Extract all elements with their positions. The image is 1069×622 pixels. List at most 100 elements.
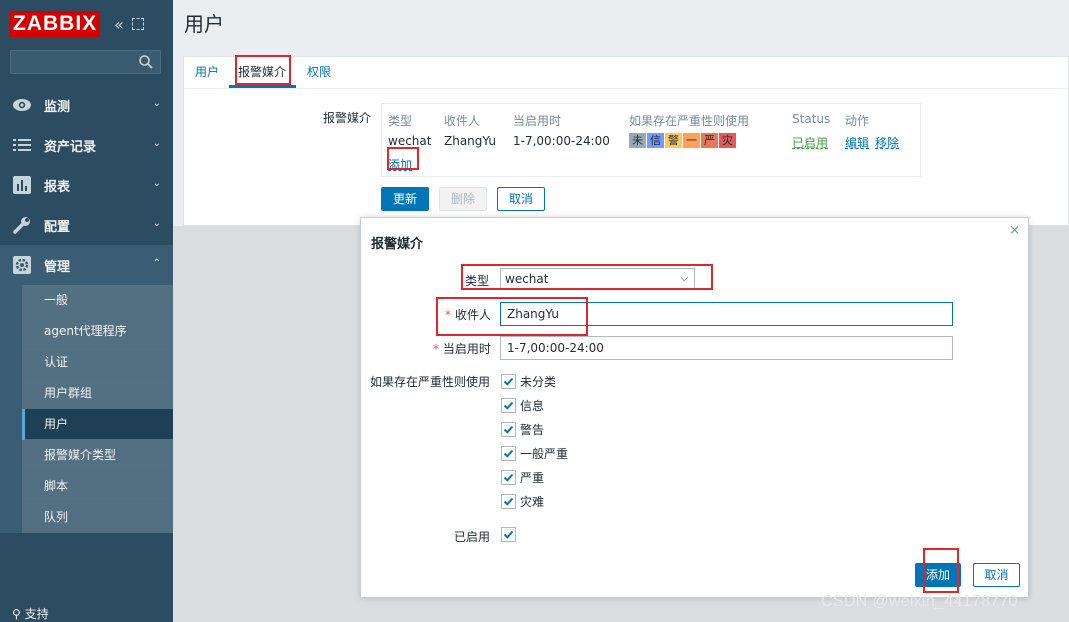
- chevron-up-icon: ⌃: [152, 258, 161, 269]
- close-icon[interactable]: ×: [1009, 223, 1020, 238]
- enabled-label: 已启用: [454, 530, 491, 544]
- media-table: 类型 收件人 当启用时 如果存在严重性则使用 Status 动作 wechat …: [381, 103, 921, 177]
- severity-warning[interactable]: 警告: [501, 421, 544, 438]
- menu-item-reports[interactable]: 报表 ⌄: [0, 165, 173, 205]
- logo-row: ZABBIX «: [0, 0, 173, 48]
- wrench-icon: [12, 215, 32, 235]
- dialog-title: 报警媒介: [371, 237, 424, 252]
- tab-permissions[interactable]: 权限: [307, 63, 331, 80]
- column-header-type: 类型: [388, 114, 413, 128]
- menu-item-label: 监测: [44, 99, 71, 115]
- checkbox-checked-icon[interactable]: [501, 446, 516, 461]
- menu-item-administration[interactable]: 管理 ⌃: [0, 245, 173, 285]
- enabled-checkbox[interactable]: [501, 527, 520, 542]
- submenu-item-proxies[interactable]: agent代理程序: [22, 316, 173, 347]
- severity-average[interactable]: 一般严重: [501, 445, 568, 462]
- status-toggle[interactable]: 已启用: [792, 134, 828, 151]
- submenu-item-scripts[interactable]: 脚本: [22, 471, 173, 502]
- when-active-label: * 当启用时: [433, 340, 491, 357]
- submenu-item-users[interactable]: 用户: [22, 409, 173, 440]
- expand-icon[interactable]: [131, 18, 144, 30]
- support-label: 支持: [24, 607, 49, 621]
- tab-media[interactable]: 报警媒介: [238, 63, 286, 80]
- checkbox-checked-icon[interactable]: [501, 422, 516, 437]
- support-icon: ⚲: [12, 607, 25, 621]
- type-label: 类型: [465, 274, 490, 288]
- page-title: 用户: [184, 12, 224, 36]
- when-active-label-text: 当启用时: [442, 342, 491, 356]
- severity-badge: 灾: [719, 133, 737, 148]
- checkbox-checked-icon[interactable]: [501, 374, 516, 389]
- menu-item-label: 管理: [44, 259, 71, 275]
- sidebar-search[interactable]: [10, 50, 161, 74]
- menu-item-label: 配置: [44, 219, 71, 235]
- watermark: CSDN @weixin_44178770: [821, 593, 1018, 610]
- column-header-when-active: 当启用时: [513, 114, 562, 128]
- checkbox-checked-icon[interactable]: [501, 527, 516, 542]
- media-dialog: 报警媒介 × 类型 wechat ⌵ * 收件人 ZhangYu * 当启用时 …: [360, 217, 1029, 598]
- column-header-recipient: 收件人: [444, 114, 481, 128]
- checkbox-checked-icon[interactable]: [501, 494, 516, 509]
- required-marker: *: [433, 342, 443, 356]
- checkbox-label: 灾难: [520, 495, 545, 509]
- menu-item-configuration[interactable]: 配置 ⌄: [0, 205, 173, 245]
- delete-button[interactable]: 删除: [439, 187, 487, 211]
- media-type-cell: wechat: [388, 134, 432, 148]
- column-header-action: 动作: [845, 114, 870, 128]
- type-select-value: wechat: [505, 272, 549, 286]
- submenu-item-general[interactable]: 一般: [22, 285, 173, 316]
- add-button[interactable]: 添加: [915, 563, 961, 587]
- cancel-button[interactable]: 取消: [497, 187, 545, 211]
- severity-not-classified[interactable]: 未分类: [501, 373, 556, 390]
- when-active-input[interactable]: 1-7,00:00-24:00: [500, 336, 953, 360]
- submenu-item-user-groups[interactable]: 用户群组: [22, 378, 173, 409]
- column-header-severity: 如果存在严重性则使用: [629, 114, 750, 128]
- admin-submenu: 一般 agent代理程序 认证 用户群组 用户 报警媒介类型 脚本 队列: [0, 285, 173, 533]
- severity-badge: 警: [665, 133, 683, 148]
- menu-item-inventory[interactable]: 资产记录 ⌄: [0, 125, 173, 165]
- checkbox-label: 未分类: [520, 375, 557, 389]
- severity-badge: 一: [683, 133, 701, 148]
- chevron-down-icon: ⌵: [680, 273, 688, 284]
- menu-item-monitoring[interactable]: 监测 ⌄: [0, 85, 173, 125]
- submenu-item-queue[interactable]: 队列: [22, 502, 173, 533]
- list-icon: [12, 135, 32, 155]
- support-link[interactable]: ⚲ 支持: [12, 605, 49, 622]
- update-button[interactable]: 更新: [381, 187, 429, 211]
- gear-icon: [12, 255, 32, 275]
- chevron-down-icon: ⌄: [152, 98, 161, 109]
- severity-disaster[interactable]: 灾难: [501, 493, 544, 510]
- tab-user[interactable]: 用户: [195, 63, 219, 80]
- checkbox-label: 信息: [520, 399, 545, 413]
- submenu-item-authentication[interactable]: 认证: [22, 347, 173, 378]
- dialog-cancel-button[interactable]: 取消: [973, 563, 1020, 587]
- severity-high[interactable]: 严重: [501, 469, 544, 486]
- submenu-item-media-types[interactable]: 报警媒介类型: [22, 440, 173, 471]
- search-icon[interactable]: [138, 54, 154, 70]
- menu-item-label: 资产记录: [44, 139, 97, 155]
- recipient-label-text: 收件人: [454, 308, 491, 322]
- checkbox-checked-icon[interactable]: [501, 470, 516, 485]
- column-header-status: Status: [792, 112, 831, 126]
- media-recipient-cell: ZhangYu: [444, 134, 496, 148]
- media-when-active-cell: 1-7,00:00-24:00: [513, 134, 610, 148]
- active-tab-indicator: [229, 85, 296, 88]
- severity-information[interactable]: 信息: [501, 397, 544, 414]
- checkbox-label: 警告: [520, 423, 545, 437]
- sidebar-search-input[interactable]: [11, 51, 131, 73]
- severity-badges: 未 信 警 一 严 灾: [629, 133, 737, 148]
- checkbox-checked-icon[interactable]: [501, 398, 516, 413]
- recipient-input[interactable]: ZhangYu: [500, 302, 953, 326]
- sidebar: ZABBIX « 监测 ⌄ 资产记录 ⌄ 报表 ⌄ 配置 ⌄ 管理 ⌃ 一般 a…: [0, 0, 173, 622]
- add-media-link[interactable]: 添加: [388, 156, 412, 173]
- recipient-label: * 收件人: [445, 306, 491, 323]
- type-select[interactable]: wechat ⌵: [500, 268, 695, 290]
- remove-link[interactable]: 移除: [875, 134, 899, 151]
- zabbix-logo[interactable]: ZABBIX: [10, 11, 101, 37]
- severity-label: 如果存在严重性则使用: [370, 375, 491, 389]
- edit-link[interactable]: 编辑: [845, 134, 869, 151]
- user-form-panel: 用户 报警媒介 权限 报警媒介 类型 收件人 当启用时 如果存在严重性则使用 S…: [183, 56, 1069, 226]
- chevron-down-icon: ⌄: [152, 178, 161, 189]
- double-chevron-left-icon[interactable]: «: [114, 15, 124, 34]
- main-menu: 监测 ⌄ 资产记录 ⌄ 报表 ⌄ 配置 ⌄ 管理 ⌃ 一般 agent代理程序 …: [0, 85, 173, 533]
